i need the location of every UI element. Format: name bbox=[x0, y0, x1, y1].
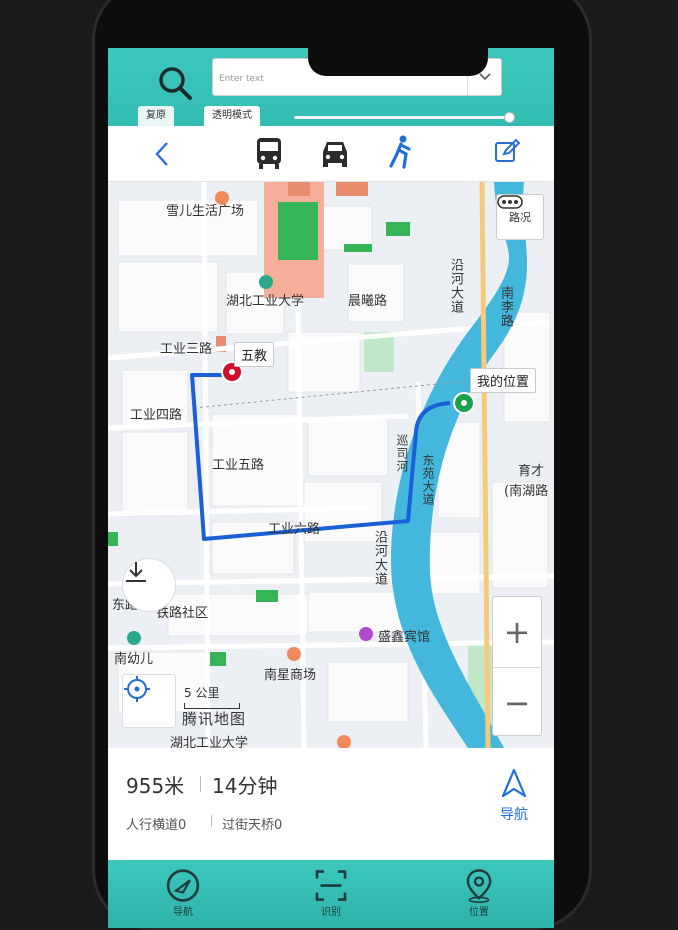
scan-icon bbox=[315, 870, 347, 901]
map-scale: 5 公里 bbox=[184, 684, 240, 709]
navigation-arrow-icon bbox=[501, 768, 527, 798]
map-label-place: 南星商场 bbox=[264, 668, 317, 683]
map-label-place: (南湖路 bbox=[504, 484, 549, 499]
compass-icon bbox=[166, 869, 200, 902]
car-icon bbox=[323, 142, 347, 167]
back-chevron-icon bbox=[155, 142, 168, 166]
locate-button[interactable] bbox=[122, 674, 176, 728]
map-label-road: 沿河大道 bbox=[448, 258, 463, 314]
map-label-road: 沿河大道 bbox=[372, 530, 387, 586]
bottom-nav-scan[interactable]: 识别 bbox=[306, 868, 356, 918]
overpass-count: 过街天桥0 bbox=[222, 818, 283, 833]
map-label-place: 雪儿生活广场 bbox=[166, 204, 245, 219]
map-label-place: 盛鑫宾馆 bbox=[378, 630, 431, 645]
bottom-nav-navigate[interactable]: 导航 bbox=[158, 868, 208, 918]
route-duration: 14分钟 bbox=[212, 774, 278, 798]
slider-knob[interactable] bbox=[504, 112, 515, 123]
mode-car-button[interactable] bbox=[318, 138, 352, 172]
search-button[interactable] bbox=[156, 64, 194, 102]
map-label-place: 湖北工业大学 bbox=[226, 294, 305, 309]
map-canvas bbox=[108, 182, 554, 748]
zoom-control: + − bbox=[492, 596, 542, 736]
route-mode-bar bbox=[108, 126, 554, 182]
mode-walk-button[interactable] bbox=[386, 134, 414, 174]
search-icon bbox=[159, 67, 192, 100]
map-view[interactable]: 雪儿生活广场 湖北工业大学 晨曦路 沿河大道 南李路 工业三路 工业四路 工业五… bbox=[108, 182, 554, 748]
transparency-slider[interactable] bbox=[294, 112, 515, 123]
map-logo: 腾讯地图 bbox=[182, 710, 247, 728]
map-label-road: 工业五路 bbox=[212, 458, 265, 473]
bottom-nav-label: 识别 bbox=[321, 907, 341, 918]
map-label-place: 育才 bbox=[518, 464, 545, 479]
bottom-nav-label: 导航 bbox=[173, 907, 193, 918]
bottom-nav-location[interactable]: 位置 bbox=[454, 868, 504, 918]
map-label-road: 东苑大道 bbox=[421, 454, 435, 506]
offline-download-button[interactable] bbox=[122, 558, 176, 612]
walk-icon bbox=[389, 135, 411, 169]
tab-transparent-mode[interactable]: 透明模式 bbox=[204, 106, 260, 126]
map-label-road: 工业六路 bbox=[268, 522, 321, 537]
crosswalk-count: 人行横道0 bbox=[126, 818, 187, 833]
download-icon bbox=[126, 562, 146, 582]
start-navigation-button[interactable]: 导航 bbox=[492, 768, 536, 832]
map-label-road: 工业四路 bbox=[130, 408, 183, 423]
bottom-nav-label: 位置 bbox=[469, 907, 489, 918]
map-label-river: 巡司河 bbox=[395, 434, 409, 473]
traffic-icon bbox=[497, 195, 523, 209]
phone-notch bbox=[308, 48, 488, 76]
scale-label: 5 公里 bbox=[184, 686, 220, 700]
navigation-label: 导航 bbox=[500, 807, 528, 823]
edit-button[interactable] bbox=[494, 138, 521, 168]
route-info-panel: 955米 14分钟 人行横道0 过街天桥0 导航 bbox=[108, 748, 554, 860]
map-label-road: 晨曦路 bbox=[348, 294, 388, 309]
end-callout: 我的位置 bbox=[470, 368, 537, 393]
map-label-place: 湖北工业大学 bbox=[170, 736, 249, 748]
zoom-out-button[interactable]: − bbox=[493, 667, 541, 737]
traffic-button[interactable]: 路况 bbox=[496, 194, 544, 240]
locate-icon bbox=[124, 676, 150, 702]
app-screen: 复原 透明模式 bbox=[108, 48, 554, 928]
start-callout: 五教 bbox=[234, 342, 275, 367]
route-distance: 955米 bbox=[126, 774, 185, 798]
bus-icon bbox=[257, 138, 281, 169]
map-label-place: 南幼儿 bbox=[114, 652, 154, 667]
map-label-road: 工业三路 bbox=[160, 342, 213, 357]
tab-restore[interactable]: 复原 bbox=[138, 106, 174, 126]
location-pin-icon bbox=[466, 869, 492, 903]
traffic-label: 路况 bbox=[509, 211, 531, 224]
edit-icon bbox=[495, 138, 521, 162]
back-button[interactable] bbox=[152, 140, 172, 172]
bottom-nav-bar: 导航 识别 位置 bbox=[108, 860, 554, 928]
mode-bus-button[interactable] bbox=[254, 136, 284, 174]
zoom-in-button[interactable]: + bbox=[493, 597, 541, 667]
end-pin[interactable] bbox=[453, 392, 475, 414]
map-label-road: 南李路 bbox=[498, 286, 513, 328]
chevron-down-icon bbox=[478, 73, 491, 81]
